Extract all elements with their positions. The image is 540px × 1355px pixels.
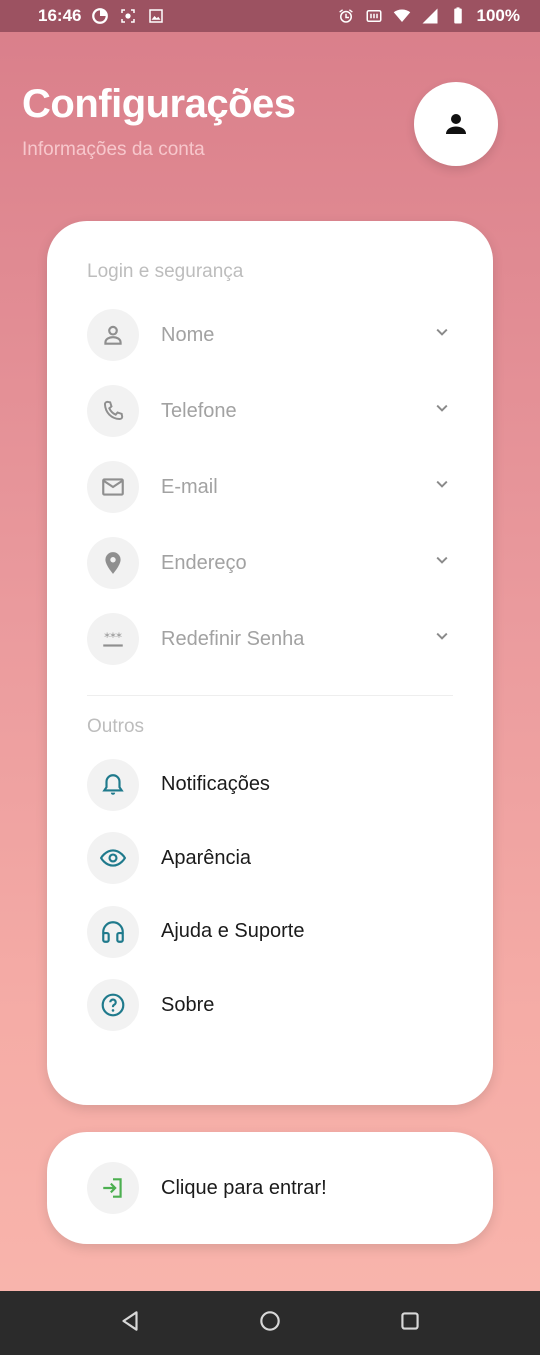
password-icon: *** [87,613,139,665]
setting-row-redefinir-senha[interactable]: *** Redefinir Senha [87,601,453,677]
login-label: Clique para entrar! [161,1176,327,1199]
back-icon[interactable] [117,1308,143,1339]
setting-row-telefone[interactable]: Telefone [87,373,453,449]
page-header: Configurações Informações da conta [22,82,296,161]
setting-row-notificacoes[interactable]: Notificações [87,748,453,822]
setting-label: Endereço [161,551,247,574]
volte-icon [365,7,383,25]
person-icon [446,114,466,134]
setting-row-endereco[interactable]: Endereço [87,525,453,601]
chevron-down-icon[interactable] [431,398,453,425]
location-icon [87,537,139,589]
page-subtitle: Informações da conta [22,139,205,160]
eye-icon [87,832,139,885]
settings-card: Login e segurança Nome Telefone E-mail E… [47,221,493,1105]
setting-row-aparencia[interactable]: Aparência [87,822,453,896]
signal-icon [421,7,439,25]
setting-label: Sobre [161,993,215,1016]
help-circle-icon [87,979,139,1032]
setting-row-email[interactable]: E-mail [87,449,453,525]
others-list: Notificações Aparência Ajuda e Suporte S… [87,748,453,1042]
chevron-down-icon[interactable] [431,474,453,501]
status-time: 16:46 [38,6,82,25]
login-icon [87,1162,139,1214]
chevron-down-icon[interactable] [431,626,453,653]
recents-icon[interactable] [397,1308,423,1339]
setting-label: Redefinir Senha [161,627,305,650]
screenshot-icon [119,7,137,25]
setting-label: Ajuda e Suporte [161,920,305,943]
setting-row-sobre[interactable]: Sobre [87,969,453,1043]
section-divider [87,695,453,696]
setting-label: Nome [161,323,215,346]
chevron-down-icon[interactable] [431,322,453,349]
battery-icon [449,7,467,25]
image-icon [147,7,165,25]
mail-icon [87,461,139,513]
alarm-icon [337,7,355,25]
setting-label: E-mail [161,475,218,498]
battery-percent: 100% [476,6,520,25]
headset-icon [87,905,139,958]
wifi-icon [393,7,411,25]
person-icon [87,309,139,361]
home-icon[interactable] [257,1308,283,1339]
section-label-login: Login e segurança [87,261,244,282]
setting-label: Telefone [161,399,237,422]
phone-icon [87,385,139,437]
svg-text:***: *** [104,630,122,644]
system-nav-bar [0,1291,540,1355]
section-label-outros: Outros [87,716,145,737]
bell-icon [87,758,139,811]
login-button[interactable]: Clique para entrar! [47,1132,493,1244]
chevron-down-icon[interactable] [431,550,453,577]
data-saver-icon [91,7,109,25]
status-bar: 16:46 100% [0,0,540,32]
setting-row-ajuda-suporte[interactable]: Ajuda e Suporte [87,895,453,969]
profile-avatar-button[interactable] [414,82,498,166]
setting-label: Aparência [161,846,252,869]
setting-row-nome[interactable]: Nome [87,297,453,373]
page-title: Configurações [22,82,296,126]
setting-label: Notificações [161,773,270,796]
